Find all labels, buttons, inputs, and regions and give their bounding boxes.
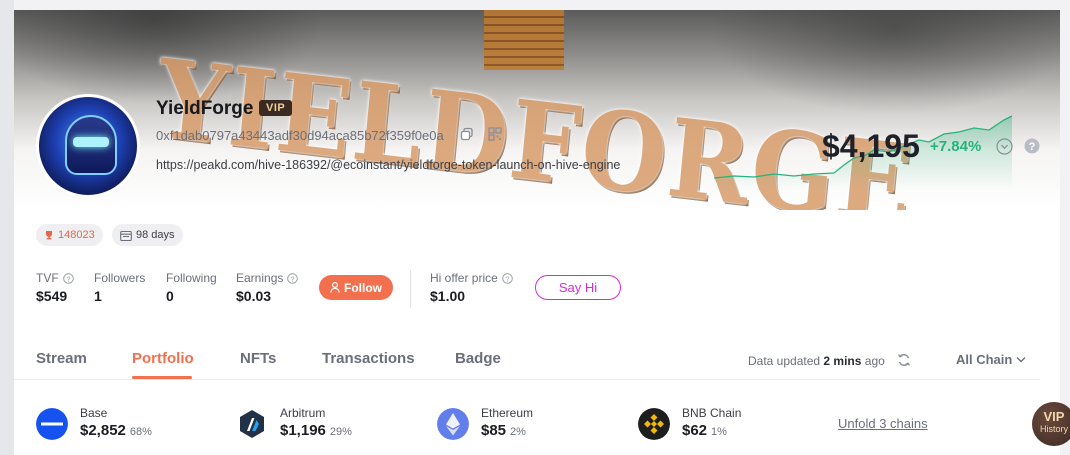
profile-card: YIELDFORGE YieldForge VIP 0xf1dab0797a43… <box>14 10 1060 455</box>
followers-value[interactable]: 1 <box>94 288 102 304</box>
say-hi-button[interactable]: Say Hi <box>535 275 621 300</box>
qr-code-icon[interactable] <box>488 127 502 141</box>
chain-value: $62 1% <box>682 422 727 439</box>
bnb-icon <box>638 408 670 440</box>
calendar-icon <box>120 230 132 241</box>
avatar[interactable] <box>36 94 140 198</box>
followers-label: Followers <box>94 271 146 285</box>
rank-value: 148023 <box>58 229 95 241</box>
chain-name: Ethereum <box>481 406 534 420</box>
avatar-visor <box>73 137 109 147</box>
chain-value-amount: $2,852 <box>80 422 126 439</box>
rank-badge[interactable]: 148023 <box>36 224 103 246</box>
portfolio-value: $4,195 <box>822 128 920 164</box>
unfold-chains-link[interactable]: Unfold 3 chains <box>838 416 928 431</box>
tab-badge[interactable]: Badge <box>455 350 501 367</box>
vip-badge: VIP <box>259 100 293 116</box>
left-sidebar-strip <box>0 0 14 455</box>
svg-text:?: ? <box>505 274 509 283</box>
tvf-label: TVF ? <box>36 271 74 285</box>
earnings-label: Earnings ? <box>236 271 299 285</box>
info-icon[interactable]: ? <box>287 272 299 284</box>
following-value[interactable]: 0 <box>166 288 174 304</box>
ethereum-icon <box>437 408 469 440</box>
help-icon[interactable]: ? <box>1024 138 1040 154</box>
updated-time: 2 mins <box>823 354 862 368</box>
banner-door-image <box>484 10 564 70</box>
vip-history-subtitle: History <box>1039 424 1068 434</box>
updated-suffix: ago <box>864 354 885 368</box>
base-icon <box>36 408 68 440</box>
tab-stream[interactable]: Stream <box>36 350 87 367</box>
chain-item-base[interactable]: Base $2,852 68% <box>36 405 216 445</box>
trophy-icon <box>46 231 52 240</box>
chain-value: $1,196 29% <box>280 422 352 439</box>
hi-offer-label: Hi offer price ? <box>430 271 513 285</box>
updated-prefix: Data updated <box>748 354 821 368</box>
follow-button[interactable]: Follow <box>319 275 393 300</box>
svg-text:?: ? <box>1029 141 1036 153</box>
svg-text:?: ? <box>291 274 295 283</box>
chain-value: $2,852 68% <box>80 422 152 439</box>
stats-divider <box>410 270 411 308</box>
chain-value-amount: $85 <box>481 422 507 439</box>
data-updated-status: Data updated 2 mins ago <box>748 354 885 368</box>
profile-name: YieldForge <box>156 98 254 119</box>
info-icon[interactable]: ? <box>502 272 513 284</box>
user-add-icon <box>330 282 340 293</box>
chain-percent: 68% <box>129 426 152 438</box>
refresh-icon[interactable] <box>897 353 911 367</box>
chain-value-amount: $1,196 <box>280 422 326 439</box>
vip-history-button[interactable]: VIP History <box>1032 402 1070 446</box>
following-label: Following <box>166 271 217 285</box>
follow-button-label: Follow <box>344 280 382 295</box>
chain-name: Base <box>80 406 108 420</box>
hi-offer-value: $1.00 <box>430 288 466 304</box>
chain-filter-label: All Chain <box>956 352 1013 367</box>
chain-name: BNB Chain <box>682 406 742 420</box>
chain-value: $85 2% <box>481 422 526 439</box>
wallet-address: 0xf1dab0797a43443adf30d94aca85b72f359f0e… <box>156 128 444 143</box>
chain-percent: 29% <box>329 426 352 438</box>
tvf-value: $549 <box>36 288 68 304</box>
chain-item-bnb[interactable]: BNB Chain $62 1% <box>638 405 818 445</box>
svg-text:?: ? <box>66 274 70 283</box>
chain-item-arbitrum[interactable]: Arbitrum $1,196 29% <box>236 405 416 445</box>
tab-portfolio[interactable]: Portfolio <box>132 350 194 367</box>
chain-percent: 2% <box>510 426 526 438</box>
age-badge: 98 days <box>112 224 183 246</box>
chain-value-amount: $62 <box>682 422 708 439</box>
tab-nfts[interactable]: NFTs <box>240 350 276 367</box>
earnings-label-text: Earnings <box>236 271 284 285</box>
chain-item-ethereum[interactable]: Ethereum $85 2% <box>437 405 617 445</box>
chain-percent: 1% <box>711 426 727 438</box>
chevron-down-circle-icon[interactable] <box>996 138 1013 155</box>
chevron-down-icon <box>1016 357 1026 363</box>
earnings-value: $0.03 <box>236 288 272 304</box>
tab-transactions[interactable]: Transactions <box>322 350 415 367</box>
portfolio-change: +7.84% <box>930 138 982 155</box>
vip-history-title: VIP <box>1043 409 1065 424</box>
copy-icon[interactable] <box>460 127 474 141</box>
tabs-divider <box>14 379 1040 380</box>
profile-link[interactable]: https://peakd.com/hive-186392/@ecoinstan… <box>156 157 626 174</box>
chain-name: Arbitrum <box>280 406 326 420</box>
arbitrum-icon <box>240 410 264 438</box>
days-value: 98 days <box>136 229 175 241</box>
tvf-label-text: TVF <box>36 271 59 285</box>
chain-filter-dropdown[interactable]: All Chain <box>956 352 1026 367</box>
info-icon[interactable]: ? <box>62 272 74 284</box>
hi-offer-label-text: Hi offer price <box>430 271 498 285</box>
